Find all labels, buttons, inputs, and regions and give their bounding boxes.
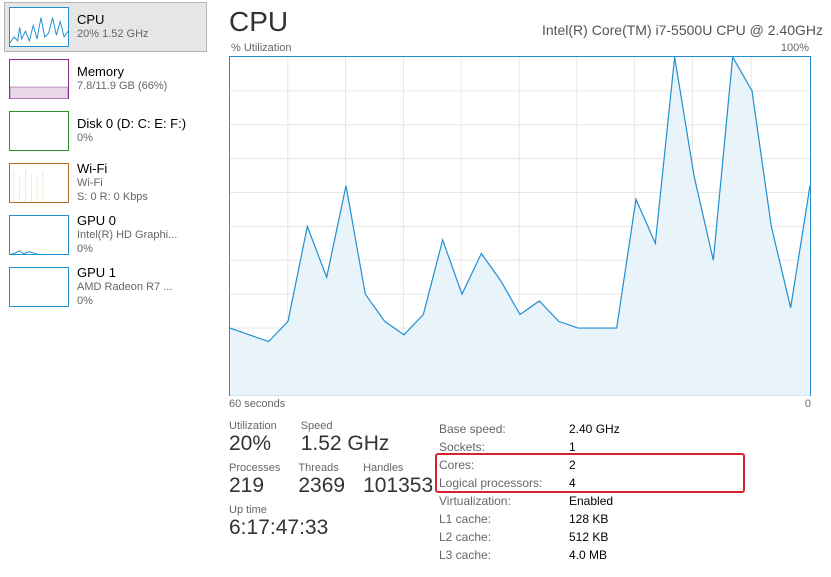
- sidebar-item-title: Memory: [77, 64, 167, 80]
- speed-label: Speed: [301, 420, 390, 432]
- spec-value: 512 KB: [569, 528, 608, 546]
- axis-bottom-right: 0: [805, 398, 811, 410]
- page-title: CPU: [229, 6, 288, 38]
- utilization-value: 20%: [229, 432, 277, 456]
- cpu-thumb: [9, 7, 69, 47]
- threads-value: 2369: [298, 474, 345, 498]
- gpu0-thumb: [9, 215, 69, 255]
- utilization-label: Utilization: [229, 420, 277, 432]
- sidebar-item-sub: 20% 1.52 GHz: [77, 28, 149, 42]
- uptime-label: Up time: [229, 504, 439, 516]
- spec-value: 1: [569, 438, 576, 456]
- header: CPU Intel(R) Core(TM) i7-5500U CPU @ 2.4…: [229, 6, 823, 38]
- sidebar-item-sub: Wi-Fi: [77, 177, 148, 191]
- sidebar-item-gpu0[interactable]: GPU 0 Intel(R) HD Graphi... 0%: [4, 210, 207, 260]
- spec-value: 2: [569, 456, 576, 474]
- sidebar-item-disk0[interactable]: Disk 0 (D: C: E: F:) 0%: [4, 106, 207, 156]
- speed-value: 1.52 GHz: [301, 432, 390, 456]
- spec-label: L3 cache:: [439, 546, 569, 564]
- sidebar-item-sub: 7.8/11.9 GB (66%): [77, 80, 167, 94]
- spec-label: Logical processors:: [439, 474, 569, 492]
- sidebar-item-memory[interactable]: Memory 7.8/11.9 GB (66%): [4, 54, 207, 104]
- wifi-thumb: [9, 163, 69, 203]
- axis-top-left: % Utilization: [231, 42, 292, 54]
- sidebar-item-wifi[interactable]: Wi-Fi Wi-Fi S: 0 R: 0 Kbps: [4, 158, 207, 208]
- main-panel: CPU Intel(R) Core(TM) i7-5500U CPU @ 2.4…: [207, 0, 831, 577]
- stats-left: Utilization 20% Speed 1.52 GHz Processes…: [229, 420, 439, 564]
- spec-value: 128 KB: [569, 510, 608, 528]
- cpu-utilization-chart: [229, 56, 811, 396]
- chart-bottom-axis: 60 seconds 0: [229, 398, 811, 410]
- processes-label: Processes: [229, 462, 280, 474]
- sidebar-item-gpu1[interactable]: GPU 1 AMD Radeon R7 ... 0%: [4, 262, 207, 312]
- disk-thumb: [9, 111, 69, 151]
- spec-label: Sockets:: [439, 438, 569, 456]
- spec-label: Virtualization:: [439, 492, 569, 510]
- cpu-model: Intel(R) Core(TM) i7-5500U CPU @ 2.40GHz: [542, 22, 823, 38]
- threads-label: Threads: [298, 462, 345, 474]
- spec-label: L1 cache:: [439, 510, 569, 528]
- chart-top-axis: % Utilization 100%: [229, 42, 811, 54]
- spec-value: Enabled: [569, 492, 613, 510]
- sidebar-item-title: Wi-Fi: [77, 161, 148, 177]
- stats-section: Utilization 20% Speed 1.52 GHz Processes…: [229, 420, 811, 564]
- spec-value: 4: [569, 474, 576, 492]
- uptime-value: 6:17:47:33: [229, 516, 439, 540]
- handles-label: Handles: [363, 462, 433, 474]
- sidebar-item-title: Disk 0 (D: C: E: F:): [77, 116, 186, 132]
- sidebar-item-sub: AMD Radeon R7 ...: [77, 281, 172, 295]
- sidebar-item-sub2: 0%: [77, 243, 177, 257]
- axis-bottom-left: 60 seconds: [229, 398, 285, 410]
- axis-top-right: 100%: [781, 42, 809, 54]
- spec-value: 2.40 GHz: [569, 420, 620, 438]
- spec-label: Base speed:: [439, 420, 569, 438]
- sidebar-item-title: GPU 1: [77, 265, 172, 281]
- sidebar: CPU 20% 1.52 GHz Memory 7.8/11.9 GB (66%…: [0, 0, 207, 577]
- sidebar-item-sub2: 0%: [77, 295, 172, 309]
- sidebar-item-cpu[interactable]: CPU 20% 1.52 GHz: [4, 2, 207, 52]
- stats-right: Base speed:2.40 GHz Sockets:1 Cores:2 Lo…: [439, 420, 811, 564]
- spec-value: 4.0 MB: [569, 546, 607, 564]
- memory-thumb: [9, 59, 69, 99]
- sidebar-item-sub: Intel(R) HD Graphi...: [77, 229, 177, 243]
- spec-label: Cores:: [439, 456, 569, 474]
- sidebar-item-title: CPU: [77, 12, 149, 28]
- sidebar-item-sub2: S: 0 R: 0 Kbps: [77, 191, 148, 205]
- spec-label: L2 cache:: [439, 528, 569, 546]
- gpu1-thumb: [9, 267, 69, 307]
- handles-value: 101353: [363, 474, 433, 498]
- sidebar-item-sub: 0%: [77, 132, 186, 146]
- processes-value: 219: [229, 474, 280, 498]
- sidebar-item-title: GPU 0: [77, 213, 177, 229]
